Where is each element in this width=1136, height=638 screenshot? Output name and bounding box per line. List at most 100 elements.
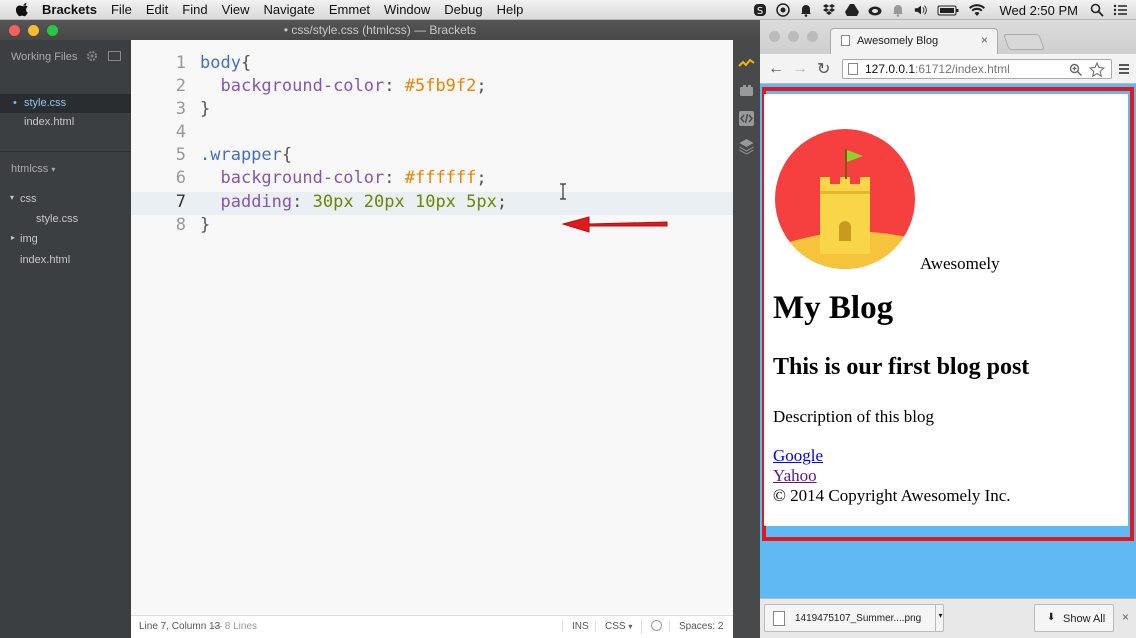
menu-emmet[interactable]: Emmet (329, 2, 370, 17)
code-token-end: ; (476, 76, 487, 96)
zoom-icon[interactable] (1069, 63, 1083, 77)
zoom-window-button[interactable] (47, 25, 58, 36)
yahoo-link[interactable]: Yahoo (773, 466, 817, 486)
show-all-label: Show All (1063, 613, 1106, 625)
new-tab-button[interactable] (1003, 34, 1045, 50)
dropbox-icon[interactable] (822, 3, 836, 17)
notifications-icon[interactable] (799, 3, 813, 17)
copyright-text: © 2014 Copyright Awesomely Inc. (773, 486, 1011, 505)
code-token-sel: body (200, 53, 241, 73)
menu-edit[interactable]: Edit (146, 2, 168, 17)
browser-tab-bar: Awesomely Blog × (760, 20, 1136, 54)
split-view-icon[interactable] (108, 51, 121, 61)
menu-view[interactable]: View (222, 2, 250, 17)
code-token-val: #5fb9f2 (404, 76, 477, 96)
brand-name: Awesomely (920, 254, 1000, 273)
creative-cloud-icon[interactable] (868, 3, 882, 17)
line-count: — 8 Lines (212, 621, 258, 632)
code-line: .wrapper{ (200, 145, 292, 165)
menu-icon[interactable] (1118, 62, 1130, 76)
linter-status[interactable] (641, 620, 662, 634)
tree-file-style-css[interactable]: style.css (36, 213, 78, 225)
menu-navigate[interactable]: Navigate (264, 2, 315, 17)
address-bar[interactable]: 127.0.0.1:61712/index.html (842, 59, 1112, 79)
line-number: 7 (175, 192, 186, 212)
gear-icon[interactable] (86, 50, 98, 62)
language-select[interactable]: CSS ▾ (595, 621, 632, 632)
browser-close-button[interactable] (769, 31, 780, 42)
working-file-style-css[interactable]: style.css (24, 97, 66, 109)
url-host: 127.0.0.1 (865, 62, 916, 76)
wifi-icon[interactable] (968, 3, 986, 17)
working-file-dot-icon: • (13, 97, 17, 109)
code-token-text: } (200, 99, 211, 119)
tree-file-index-html[interactable]: index.html (20, 254, 70, 266)
code-editor[interactable]: 1 body{2 background-color: #5fb9f2; 3} 4 5 .w… (131, 40, 733, 615)
code-token-colon: : (384, 76, 405, 96)
code-token-prop: background-color (220, 168, 385, 188)
menu-find[interactable]: Find (182, 2, 207, 17)
menu-app-name[interactable]: Brackets (42, 2, 97, 17)
show-all-downloads-button[interactable]: ⬇ Show All (1034, 604, 1114, 632)
tree-folder-img[interactable]: img (20, 233, 38, 245)
notification-center-icon[interactable] (1113, 3, 1127, 17)
browser-tab[interactable]: Awesomely Blog × (830, 28, 998, 54)
battery-icon[interactable] (937, 3, 959, 17)
menu-debug[interactable]: Debug (444, 2, 482, 17)
chevron-down-icon: ▾ (628, 622, 633, 631)
close-download-bar-icon[interactable]: × (1122, 610, 1129, 624)
forward-icon[interactable]: → (792, 60, 808, 78)
skype-icon[interactable]: S (753, 3, 767, 17)
volume-icon[interactable] (914, 3, 928, 17)
layers-icon[interactable] (738, 138, 755, 155)
code-token-prop: background-color (220, 76, 385, 96)
browser-minimize-button[interactable] (788, 31, 799, 42)
menu-bar: Brackets File Edit Find View Navigate Em… (0, 0, 1136, 20)
back-icon[interactable]: ← (768, 60, 784, 78)
file-sidebar: Working Files • style.css index.html htm… (0, 40, 131, 638)
code-token-colon: : (292, 192, 313, 212)
line-number: 4 (175, 122, 186, 142)
reload-icon[interactable]: ↻ (817, 59, 830, 79)
insert-mode-toggle[interactable]: INS (562, 621, 589, 632)
download-options-chevron-icon[interactable]: ▾ (935, 605, 945, 631)
project-name: htmlcss (11, 163, 49, 175)
record-icon[interactable] (776, 3, 791, 17)
text-cursor-icon (560, 183, 566, 200)
bookmark-star-icon[interactable] (1089, 62, 1105, 77)
minimize-window-button[interactable] (28, 25, 39, 36)
menu-clock[interactable]: Wed 2:50 PM (999, 3, 1078, 18)
menu-help[interactable]: Help (497, 2, 524, 17)
menu-window[interactable]: Window (384, 2, 430, 17)
bell-icon[interactable] (891, 3, 905, 17)
code-token-text: } (200, 215, 211, 235)
browser-toolbar: ← → ↻ 127.0.0.1:61712/index.html (760, 54, 1136, 84)
language-label: CSS (605, 621, 626, 632)
menu-file[interactable]: File (111, 2, 132, 17)
working-file-index-html[interactable]: index.html (24, 116, 74, 128)
cursor-position: Line 7, Column 13 (139, 621, 221, 632)
indent-spaces[interactable]: Spaces: 2 (669, 621, 723, 632)
browser-zoom-button[interactable] (807, 31, 818, 42)
google-link[interactable]: Google (773, 446, 823, 466)
spotlight-icon[interactable] (1090, 3, 1104, 17)
working-files-label: Working Files (11, 51, 78, 63)
line-number: 3 (175, 99, 186, 119)
apple-icon[interactable] (16, 2, 30, 17)
download-item[interactable]: 1419475107_Summer....png ▾ (764, 604, 944, 632)
tab-title: Awesomely Blog (857, 35, 939, 47)
live-preview-icon[interactable] (738, 55, 755, 72)
url-path: :61712/index.html (915, 62, 1010, 76)
project-dropdown[interactable]: htmlcss ▾ (11, 163, 55, 175)
close-window-button[interactable] (9, 25, 20, 36)
code-token-end: ; (476, 168, 487, 188)
sidebar-divider (0, 151, 131, 152)
extension-manager-icon[interactable] (738, 82, 755, 99)
close-tab-icon[interactable]: × (981, 33, 988, 47)
code-tag-icon[interactable] (738, 110, 755, 127)
drive-icon[interactable] (845, 3, 860, 17)
svg-text:S: S (757, 6, 763, 17)
tree-folder-css[interactable]: css (20, 193, 37, 205)
blog-heading: My Blog (773, 290, 894, 326)
